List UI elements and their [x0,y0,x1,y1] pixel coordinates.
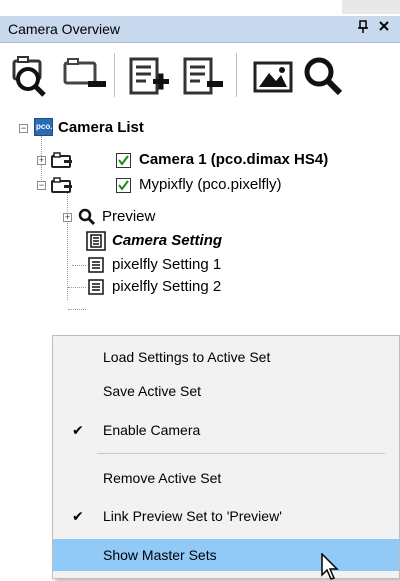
menu-separator [97,453,385,454]
tree-label: Preview [102,208,156,225]
tree-label: pixelfly Setting 2 [112,278,222,295]
menu-item-label: Show Master Sets [103,547,217,563]
search-camera-icon[interactable] [10,55,58,97]
enable-checkbox[interactable] [116,178,131,193]
menu-item-show-master-sets[interactable]: Show Master Sets [53,539,399,571]
check-icon: ✔ [72,508,84,524]
collapse-icon[interactable]: − [37,181,46,190]
camera-icon [50,176,74,197]
add-setting-icon[interactable] [126,55,172,97]
tree-item-mypixfly[interactable]: − Mypixfly (pco.pixelfly) [0,173,400,197]
setting-icon [88,257,104,276]
camera-tree: − pco. Camera List + Camera 1 (pco.dimax… [0,112,400,332]
remove-setting-icon[interactable] [180,55,226,97]
tree-label: pixelfly Setting 1 [112,256,222,273]
tree-item-pixelfly-setting-2[interactable]: pixelfly Setting 2 [0,275,300,299]
image-icon[interactable] [252,55,296,97]
remove-camera-icon[interactable] [62,55,110,97]
magnifier-icon[interactable] [302,55,348,97]
setting-icon [86,231,106,254]
expand-icon[interactable]: + [63,213,72,222]
check-icon: ✔ [72,422,84,438]
camera-overview-panel: Camera Overview − pco. Camera List + Cam… [0,0,400,581]
pco-logo-icon: pco. [34,118,53,136]
close-icon[interactable] [378,19,390,37]
tree-item-camera-list[interactable]: − pco. Camera List [0,116,300,140]
menu-item-remove-active-set[interactable]: Remove Active Set [53,462,399,494]
menu-item-label: Enable Camera [103,422,201,438]
context-menu: Load Settings to Active Set Save Active … [52,335,400,579]
menu-item-enable-camera[interactable]: ✔ Enable Camera [53,414,399,446]
tree-item-camera-1[interactable]: + Camera 1 (pco.dimax HS4) [0,148,400,172]
tree-label: Mypixfly (pco.pixelfly) [139,176,282,193]
magnifier-icon [77,207,97,230]
tree-item-preview[interactable]: + Preview [0,205,300,229]
collapse-icon[interactable]: − [19,124,28,133]
menu-item-label: Link Preview Set to 'Preview' [103,508,282,524]
panel-titlebar: Camera Overview [0,16,400,43]
mouse-cursor-icon [320,552,342,581]
tree-label: Camera 1 (pco.dimax HS4) [139,151,329,168]
tree-line [68,309,86,310]
menu-item-label: Load Settings to Active Set [103,349,271,365]
menu-item-link-preview-set[interactable]: ✔ Link Preview Set to 'Preview' [53,500,399,532]
toolbar-separator [114,53,115,97]
background-strip [342,0,400,14]
tree-label: Camera List [58,119,144,136]
menu-item-label: Remove Active Set [103,470,222,486]
menu-item-label: Save Active Set [103,383,202,399]
toolbar [0,43,400,107]
setting-icon [88,279,104,298]
toolbar-separator [236,53,237,97]
tree-item-camera-setting[interactable]: Camera Setting [0,229,300,253]
pin-icon[interactable] [357,20,369,37]
expand-icon[interactable]: + [37,156,46,165]
menu-item-load-settings[interactable]: Load Settings to Active Set [53,341,399,373]
tree-label: Camera Setting [112,232,223,249]
enable-checkbox[interactable] [116,153,131,168]
menu-item-save-active-set[interactable]: Save Active Set [53,375,399,407]
camera-icon [50,151,74,172]
panel-title: Camera Overview [8,21,121,37]
tree-item-pixelfly-setting-1[interactable]: pixelfly Setting 1 [0,253,300,277]
